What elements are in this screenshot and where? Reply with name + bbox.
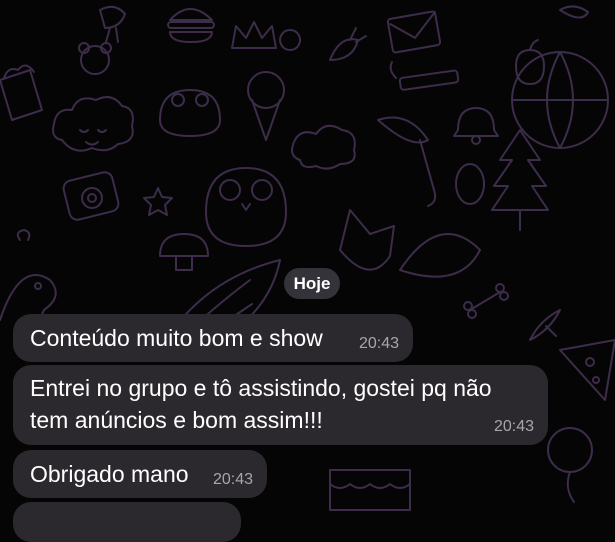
leaf-icon	[559, 5, 589, 19]
message-bubble[interactable]: Obrigado mano 20:43	[13, 450, 267, 498]
bell-icon	[453, 107, 499, 145]
bone-icon	[463, 283, 509, 319]
cake-icon	[329, 469, 411, 511]
mushroom-icon	[159, 233, 209, 271]
fox-icon	[339, 209, 481, 278]
candle-icon	[389, 61, 460, 91]
message-timestamp: 20:43	[358, 335, 399, 352]
frog-icon	[159, 89, 221, 137]
message-bubble[interactable]: Entrei no grupo e tô assistindo, gostei …	[13, 365, 548, 445]
rocket-icon	[529, 309, 561, 341]
date-divider-label: Hoje	[293, 273, 331, 293]
balloon-icon	[547, 427, 593, 503]
cloud-icon-2	[291, 124, 356, 170]
envelope-icon	[386, 10, 442, 54]
message-text: Conteúdo muito bom e show	[30, 325, 323, 351]
popcorn-icon	[0, 64, 43, 121]
message-bubble-partial[interactable]	[13, 502, 241, 542]
message-timestamp: 20:43	[212, 471, 253, 488]
message-text: Obrigado mano	[30, 461, 189, 487]
message-text: Entrei no grupo e tô assistindo, gostei …	[30, 375, 492, 433]
message-timestamp: 20:43	[493, 418, 534, 435]
carrot-icon	[329, 27, 367, 61]
date-divider: Hoje	[284, 268, 340, 299]
heart-icon	[16, 229, 31, 241]
umbrella-icon	[377, 116, 437, 207]
crown-icon	[231, 21, 277, 49]
star-icon	[143, 187, 173, 216]
circle-doodle-icon	[279, 29, 302, 51]
bird-icon	[99, 5, 126, 43]
cloud-icon	[52, 96, 134, 152]
burger-icon	[167, 8, 215, 43]
egg-icon	[455, 163, 485, 205]
camera-icon	[62, 171, 120, 221]
teddy-bear-icon	[78, 42, 112, 75]
tree-icon	[491, 129, 549, 231]
owl-icon	[205, 167, 287, 247]
pizza-icon	[559, 339, 615, 401]
globe-icon	[511, 51, 609, 149]
ice-cream-icon	[247, 71, 285, 141]
message-bubble[interactable]: Conteúdo muito bom e show 20:43	[13, 314, 413, 362]
